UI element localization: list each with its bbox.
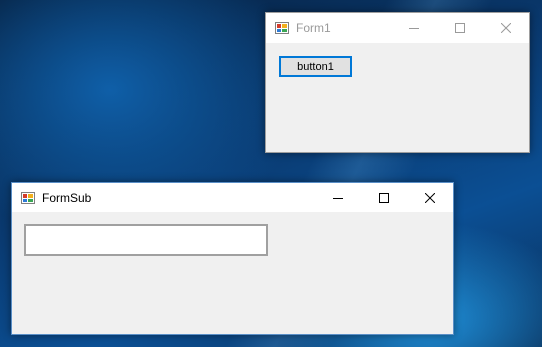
maximize-icon <box>379 192 389 203</box>
minimize-button[interactable] <box>391 13 437 43</box>
minimize-button[interactable] <box>315 183 361 212</box>
form1-titlebar[interactable]: Form1 <box>266 13 529 43</box>
formsub-window[interactable]: FormSub <box>11 182 454 335</box>
maximize-button[interactable] <box>361 183 407 212</box>
minimize-icon <box>409 28 419 29</box>
form1-client-area: button1 <box>266 43 529 152</box>
close-button[interactable] <box>483 13 529 43</box>
window-title: FormSub <box>42 190 92 205</box>
button1[interactable]: button1 <box>279 56 352 77</box>
text-input[interactable] <box>24 224 268 256</box>
minimize-icon <box>333 197 343 199</box>
close-icon <box>501 23 511 33</box>
close-button[interactable] <box>407 183 453 212</box>
winforms-app-icon <box>21 191 35 204</box>
close-icon <box>425 192 435 203</box>
formsub-titlebar[interactable]: FormSub <box>12 183 453 212</box>
maximize-icon <box>455 23 465 33</box>
formsub-client-area <box>12 212 453 334</box>
winforms-app-icon <box>275 22 289 34</box>
maximize-button[interactable] <box>437 13 483 43</box>
form1-window[interactable]: Form1 button1 <box>265 12 530 153</box>
window-title: Form1 <box>296 21 331 35</box>
